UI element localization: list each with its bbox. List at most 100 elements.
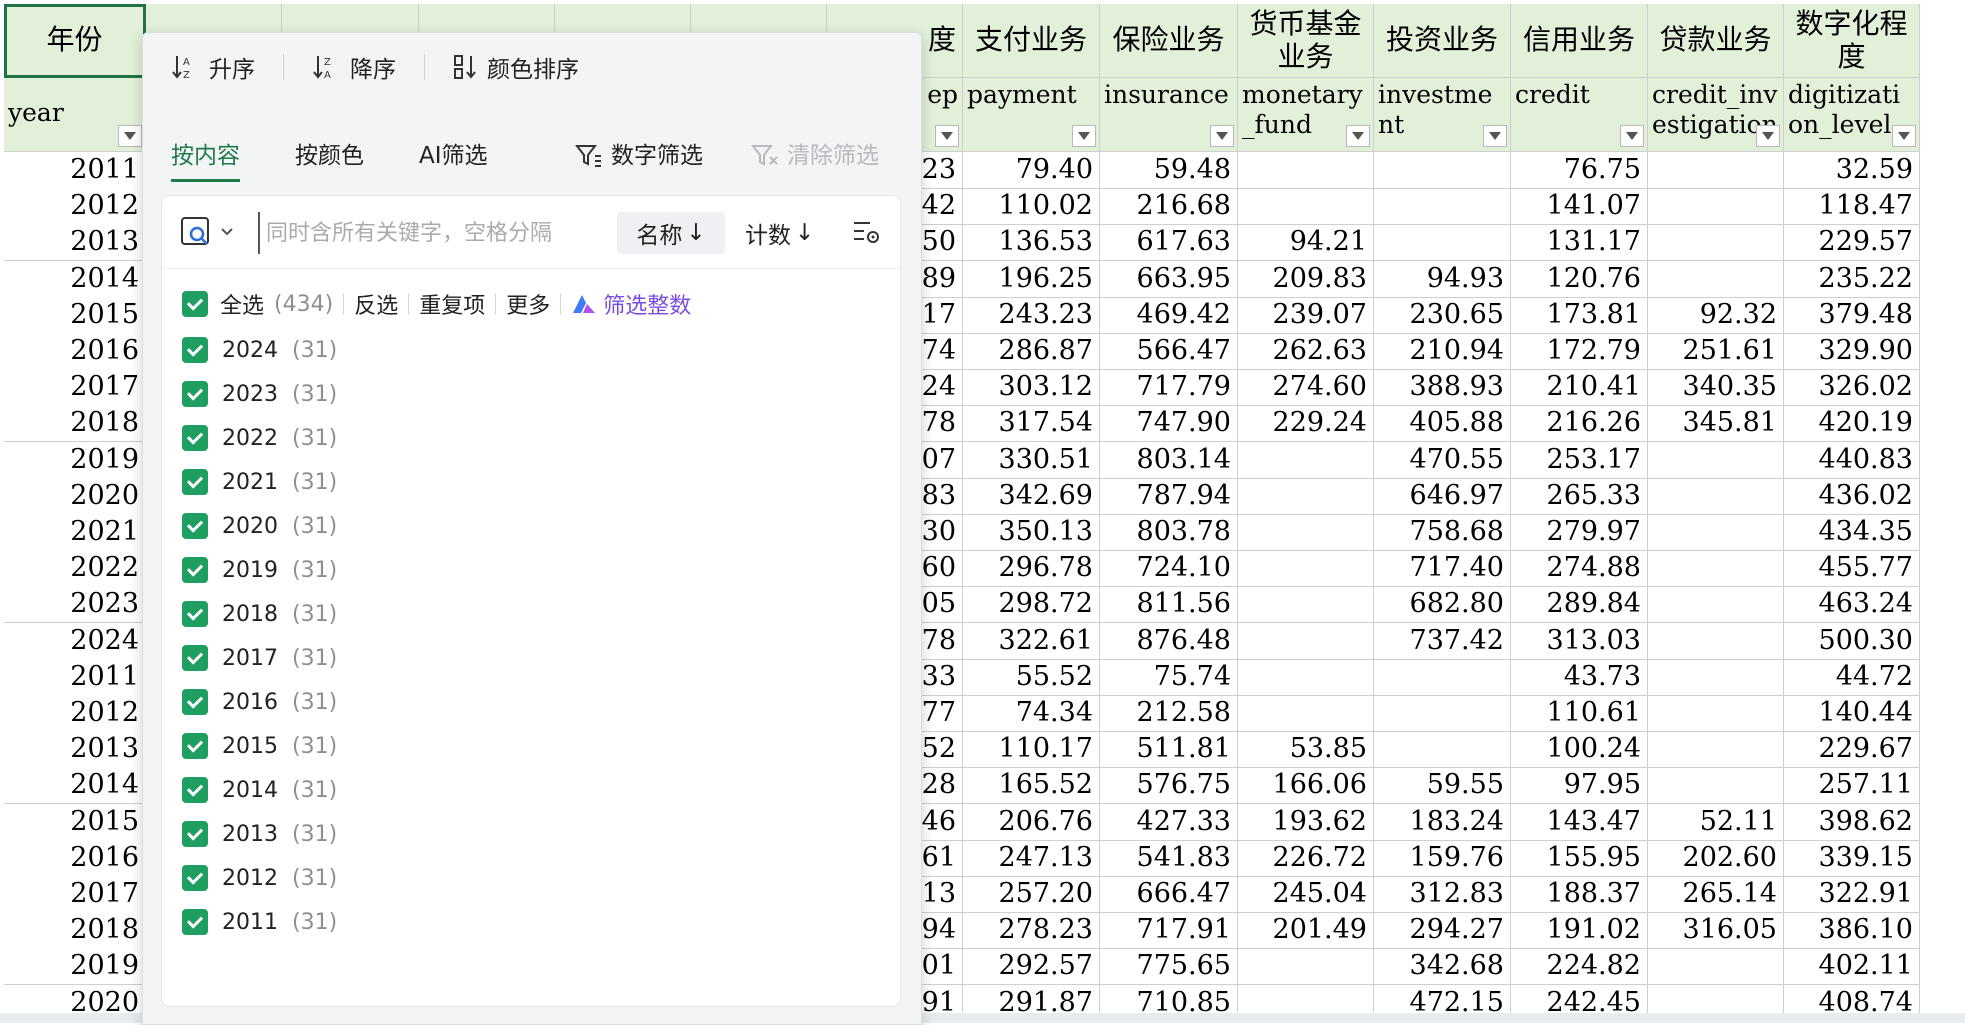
data-cell[interactable]: 52.11 — [1648, 804, 1784, 841]
list-settings-button[interactable] — [852, 218, 882, 250]
header-cell[interactable]: 保险业务 — [1100, 4, 1238, 78]
select-all-checkbox[interactable] — [182, 291, 208, 317]
field-name-cell[interactable]: year — [4, 78, 146, 152]
data-cell[interactable]: 775.65 — [1100, 948, 1238, 985]
value-checkbox[interactable] — [182, 865, 208, 891]
data-cell[interactable]: 663.95 — [1100, 261, 1238, 298]
data-cell[interactable]: 183.24 — [1374, 804, 1511, 841]
data-cell[interactable]: 402.11 — [1784, 948, 1920, 985]
ai-filter-integer-button[interactable]: 筛选整数 — [571, 288, 691, 320]
data-cell[interactable]: 55.52 — [963, 659, 1100, 696]
data-cell[interactable]: 140.44 — [1784, 695, 1920, 732]
data-cell[interactable]: 43.73 — [1511, 659, 1648, 696]
data-cell[interactable]: 312.83 — [1374, 876, 1511, 913]
data-cell[interactable]: 196.25 — [963, 261, 1100, 298]
data-cell[interactable] — [1238, 586, 1374, 623]
data-cell[interactable]: 469.42 — [1100, 297, 1238, 334]
data-cell[interactable]: 239.07 — [1238, 297, 1374, 334]
data-cell[interactable]: 463.24 — [1784, 586, 1920, 623]
data-cell[interactable]: 646.97 — [1374, 478, 1511, 515]
data-cell[interactable]: 188.37 — [1511, 876, 1648, 913]
data-cell[interactable]: 294.27 — [1374, 912, 1511, 949]
data-cell[interactable]: 420.19 — [1784, 405, 1920, 442]
header-cell[interactable]: 信用业务 — [1511, 4, 1648, 78]
data-cell[interactable] — [1238, 948, 1374, 985]
data-cell[interactable]: 262.63 — [1238, 333, 1374, 370]
year-cell[interactable]: 2024 — [4, 623, 146, 660]
year-cell[interactable]: 2016 — [4, 333, 146, 370]
data-cell[interactable]: 274.60 — [1238, 369, 1374, 406]
data-cell[interactable]: 386.10 — [1784, 912, 1920, 949]
data-cell[interactable]: 32.59 — [1784, 152, 1920, 189]
data-cell[interactable] — [1238, 152, 1374, 189]
data-cell[interactable] — [1238, 478, 1374, 515]
data-cell[interactable]: 787.94 — [1100, 478, 1238, 515]
data-cell[interactable]: 110.61 — [1511, 695, 1648, 732]
data-cell[interactable]: 253.17 — [1511, 442, 1648, 479]
filter-value-item[interactable]: 2019 (31) — [182, 548, 337, 592]
data-cell[interactable] — [1238, 188, 1374, 225]
filter-dropdown-button[interactable] — [1346, 125, 1370, 147]
sort-descending-button[interactable]: ZA 降序 — [284, 47, 424, 87]
filter-value-item[interactable]: 2017 (31) — [182, 636, 337, 680]
header-cell[interactable]: 年份 — [4, 4, 146, 78]
data-cell[interactable]: 173.81 — [1511, 297, 1648, 334]
year-cell[interactable]: 2020 — [4, 478, 146, 515]
year-cell[interactable]: 2022 — [4, 550, 146, 587]
filter-value-item[interactable]: 2013 (31) — [182, 812, 337, 856]
tab-by-content[interactable]: 按内容 — [171, 133, 240, 182]
data-cell[interactable]: 245.04 — [1238, 876, 1374, 913]
data-cell[interactable]: 224.82 — [1511, 948, 1648, 985]
data-cell[interactable]: 97.95 — [1511, 767, 1648, 804]
data-cell[interactable]: 436.02 — [1784, 478, 1920, 515]
value-checkbox[interactable] — [182, 601, 208, 627]
data-cell[interactable]: 289.84 — [1511, 586, 1648, 623]
data-cell[interactable]: 202.60 — [1648, 840, 1784, 877]
data-cell[interactable]: 118.47 — [1784, 188, 1920, 225]
filter-value-item[interactable]: 2016 (31) — [182, 680, 337, 724]
data-cell[interactable]: 100.24 — [1511, 731, 1648, 768]
field-name-cell[interactable]: monetary_fund — [1238, 78, 1374, 152]
field-name-cell[interactable]: investment — [1374, 78, 1511, 152]
data-cell[interactable]: 209.83 — [1238, 261, 1374, 298]
data-cell[interactable]: 717.40 — [1374, 550, 1511, 587]
data-cell[interactable]: 166.06 — [1238, 767, 1374, 804]
tab-by-color[interactable]: 按颜色 — [295, 133, 364, 179]
data-cell[interactable]: 566.47 — [1100, 333, 1238, 370]
filter-dropdown-button[interactable] — [1483, 125, 1507, 147]
header-cell[interactable]: 投资业务 — [1374, 4, 1511, 78]
clear-filter-button[interactable]: 清除筛选 — [751, 133, 879, 179]
header-cell[interactable]: 贷款业务 — [1648, 4, 1784, 78]
data-cell[interactable] — [1648, 478, 1784, 515]
data-cell[interactable] — [1238, 659, 1374, 696]
data-cell[interactable]: 717.79 — [1100, 369, 1238, 406]
data-cell[interactable] — [1648, 550, 1784, 587]
value-checkbox[interactable] — [182, 557, 208, 583]
data-cell[interactable]: 210.41 — [1511, 369, 1648, 406]
filter-dropdown-button[interactable] — [1620, 125, 1644, 147]
filter-dropdown-button[interactable] — [1756, 125, 1780, 147]
field-name-cell[interactable]: insurance — [1100, 78, 1238, 152]
duplicates-button[interactable]: 重复项 — [419, 288, 485, 320]
data-cell[interactable]: 350.13 — [963, 514, 1100, 551]
data-cell[interactable]: 265.14 — [1648, 876, 1784, 913]
filter-value-item[interactable]: 2024 (31) — [182, 328, 337, 372]
filter-value-item[interactable]: 2018 (31) — [182, 592, 337, 636]
field-name-cell[interactable]: payment — [963, 78, 1100, 152]
data-cell[interactable]: 313.03 — [1511, 623, 1648, 660]
data-cell[interactable]: 59.48 — [1100, 152, 1238, 189]
filter-value-item[interactable]: 2021 (31) — [182, 460, 337, 504]
data-cell[interactable]: 405.88 — [1374, 405, 1511, 442]
invert-selection-button[interactable]: 反选 — [354, 288, 398, 320]
data-cell[interactable]: 120.76 — [1511, 261, 1648, 298]
year-cell[interactable]: 2016 — [4, 840, 146, 877]
data-cell[interactable]: 131.17 — [1511, 224, 1648, 261]
data-cell[interactable]: 243.23 — [963, 297, 1100, 334]
data-cell[interactable]: 44.72 — [1784, 659, 1920, 696]
value-checkbox[interactable] — [182, 469, 208, 495]
sort-by-name-button[interactable]: 名称 ↓ — [617, 212, 725, 254]
data-cell[interactable]: 143.47 — [1511, 804, 1648, 841]
data-cell[interactable] — [1648, 948, 1784, 985]
field-name-cell[interactable]: credit_investigation — [1648, 78, 1784, 152]
data-cell[interactable]: 79.40 — [963, 152, 1100, 189]
